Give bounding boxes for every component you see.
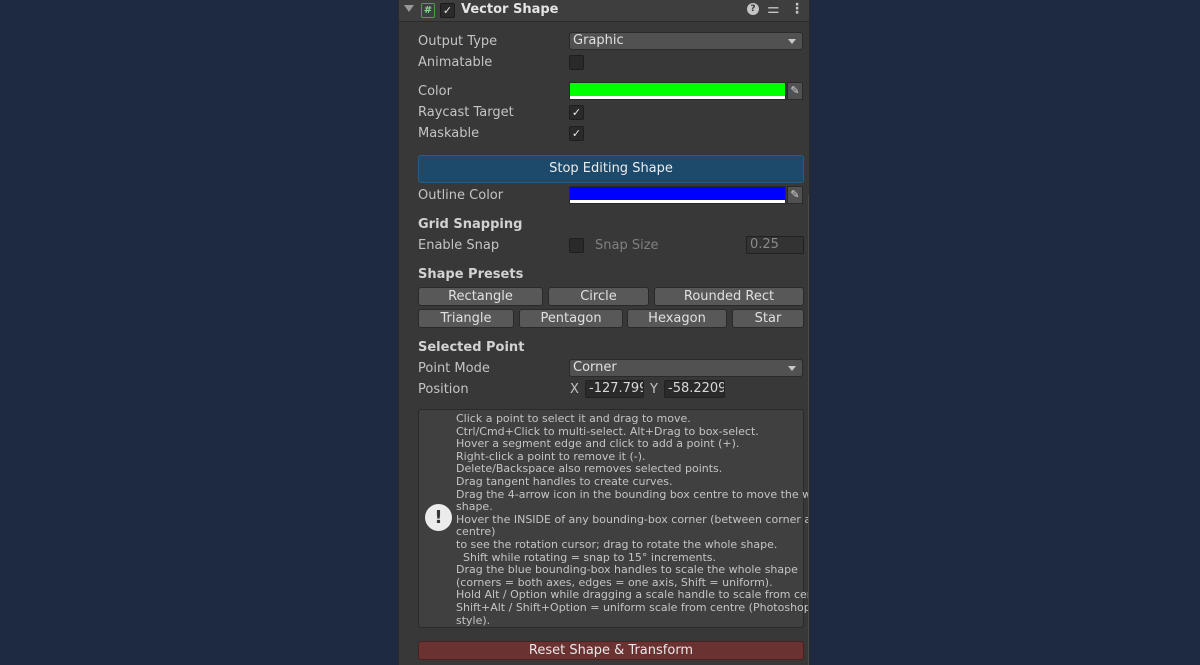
help-line: Drag tangent handles to create curves.: [456, 474, 673, 488]
help-line: Click a point to select it and drag to m…: [456, 412, 691, 425]
help-box: ! Click a point to select it and drag to…: [418, 409, 810, 628]
point-mode-value: Corner: [573, 360, 617, 375]
output-type-value: Graphic: [573, 33, 624, 48]
help-line: Shift+Alt / Shift+Option = uniform scale…: [456, 600, 810, 614]
preset-hexagon-button[interactable]: Hexagon: [627, 309, 727, 328]
component-header[interactable]: # ✓ Vector Shape ? ⚌ ⋮: [399, 0, 809, 22]
snap-size-field[interactable]: 0.25: [746, 236, 804, 254]
position-x-field[interactable]: -127.7991: [585, 380, 644, 398]
position-x-label[interactable]: X: [570, 382, 579, 397]
outline-color-label: Outline Color: [418, 188, 504, 203]
position-label: Position: [418, 382, 469, 397]
point-mode-dropdown[interactable]: Corner: [569, 359, 803, 377]
position-y-label[interactable]: Y: [650, 382, 658, 397]
chevron-down-icon: [788, 366, 796, 371]
shape-presets-heading: Shape Presets: [418, 267, 524, 282]
reset-shape-transform-button[interactable]: Reset Shape & Transform: [418, 641, 804, 660]
preset-pentagon-button[interactable]: Pentagon: [519, 309, 623, 328]
sliders-icon[interactable]: ⚌: [767, 1, 780, 17]
component-enabled-checkbox[interactable]: ✓: [440, 3, 455, 18]
output-type-label: Output Type: [418, 34, 498, 49]
preset-star-button[interactable]: Star: [732, 309, 804, 328]
help-line: shape.: [456, 500, 493, 514]
question-icon[interactable]: ?: [747, 3, 759, 15]
grid-snapping-heading: Grid Snapping: [418, 217, 523, 232]
raycast-target-label: Raycast Target: [418, 105, 514, 120]
foldout-arrow-icon[interactable]: [404, 5, 414, 12]
maskable-label: Maskable: [418, 126, 480, 141]
help-line: to see the rotation cursor; drag to rota…: [456, 537, 778, 551]
animatable-checkbox[interactable]: [569, 55, 584, 70]
preset-triangle-button[interactable]: Triangle: [418, 309, 514, 328]
component-title: Vector Shape: [461, 2, 559, 17]
snap-size-label: Snap Size: [595, 238, 659, 253]
alpha-bar: [570, 200, 785, 203]
script-icon: #: [421, 3, 435, 18]
position-y-field[interactable]: -58.2209: [664, 380, 725, 398]
color-field[interactable]: [569, 82, 786, 100]
point-mode-label: Point Mode: [418, 361, 490, 376]
kebab-menu-icon[interactable]: ⋮: [790, 1, 804, 17]
scrollbar[interactable]: [808, 195, 809, 665]
preset-rectangle-button[interactable]: Rectangle: [418, 287, 543, 306]
eyedropper-icon[interactable]: ✎: [787, 82, 803, 100]
help-line: Drag the blue bounding-box handles to sc…: [456, 563, 798, 577]
help-line: Hover the INSIDE of any bounding-box cor…: [456, 512, 810, 526]
color-label: Color: [418, 84, 452, 99]
animatable-label: Animatable: [418, 55, 493, 70]
alpha-bar: [570, 96, 785, 99]
preset-rounded-rect-button[interactable]: Rounded Rect: [654, 287, 804, 306]
output-type-dropdown[interactable]: Graphic: [569, 32, 803, 50]
preset-circle-button[interactable]: Circle: [548, 287, 649, 306]
help-line: Drag the 4-arrow icon in the bounding bo…: [456, 487, 810, 501]
stop-editing-shape-button[interactable]: Stop Editing Shape: [418, 155, 804, 183]
enable-snap-label: Enable Snap: [418, 238, 500, 253]
help-text: Click a point to select it and drag to m…: [456, 412, 810, 627]
raycast-target-checkbox[interactable]: ✓: [569, 105, 584, 120]
maskable-checkbox[interactable]: ✓: [569, 126, 584, 141]
exclamation-icon: !: [425, 504, 452, 531]
chevron-down-icon: [788, 39, 796, 44]
eyedropper-icon[interactable]: ✎: [787, 186, 803, 204]
outline-color-field[interactable]: [569, 186, 786, 204]
inspector-panel: # ✓ Vector Shape ? ⚌ ⋮ Output Type Graph…: [398, 0, 810, 665]
help-line: style).: [456, 613, 491, 627]
selected-point-heading: Selected Point: [418, 340, 525, 355]
help-line: Hover a segment edge and click to add a …: [456, 437, 740, 451]
enable-snap-checkbox[interactable]: [569, 238, 584, 253]
